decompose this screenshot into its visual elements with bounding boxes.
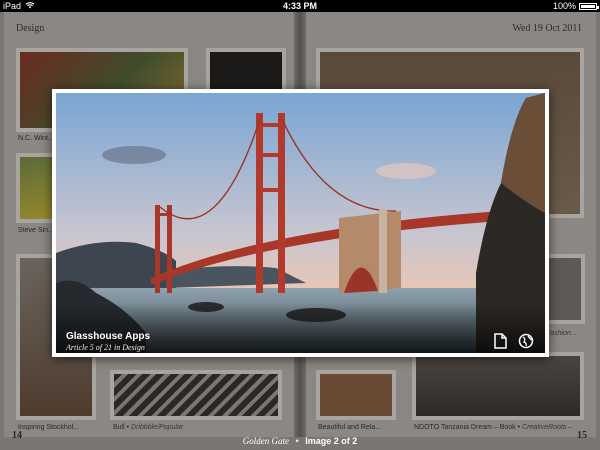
article-thumbnail[interactable]: [316, 370, 396, 420]
status-time: 4:33 PM: [282, 1, 317, 11]
image-counter: Image 2 of 2: [305, 436, 358, 446]
article-caption[interactable]: Steve Sin...: [18, 227, 54, 234]
article-title[interactable]: Glasshouse Apps: [66, 331, 150, 343]
battery-percent: 100%: [552, 1, 576, 11]
status-bar: iPad 4:33 PM 100%: [0, 0, 600, 12]
article-thumbnail[interactable]: [412, 352, 584, 420]
article-caption[interactable]: Beautiful and Rela...: [318, 424, 381, 431]
article-caption[interactable]: N.C. Wint...: [18, 135, 54, 142]
globe-icon[interactable]: [518, 333, 534, 349]
photo-viewer[interactable]: Glasshouse Apps Article 5 of 21 in Desig…: [52, 89, 549, 357]
page-icon[interactable]: [493, 333, 509, 349]
screen: iPad 4:33 PM 100% Design Wed 19 Oct 2011…: [0, 0, 600, 450]
article-caption[interactable]: Fashion...: [546, 330, 577, 337]
article-caption-overlay[interactable]: Glasshouse Apps Article 5 of 21 in Desig…: [66, 331, 150, 353]
article-caption[interactable]: Inspiring Stockhol...: [18, 424, 79, 431]
article-caption[interactable]: NDOTO Tanzania Dream – Book • CreativeRo…: [414, 424, 572, 431]
issue-date: Wed 19 Oct 2011: [512, 23, 582, 34]
image-title: Golden Gate: [242, 436, 290, 446]
battery-icon: [579, 2, 599, 10]
article-subtitle: Article 5 of 21 in Design: [66, 343, 145, 352]
article-caption[interactable]: Bull • Dribbble/Popular: [113, 424, 183, 431]
article-thumbnail[interactable]: [545, 254, 585, 324]
article-thumbnail[interactable]: [110, 370, 282, 420]
caption-separator: •: [295, 436, 299, 446]
image-caption-bar: Golden Gate • Image 2 of 2: [0, 433, 600, 450]
section-name: Design: [16, 23, 45, 34]
golden-gate-photo[interactable]: Glasshouse Apps Article 5 of 21 in Desig…: [56, 93, 545, 353]
